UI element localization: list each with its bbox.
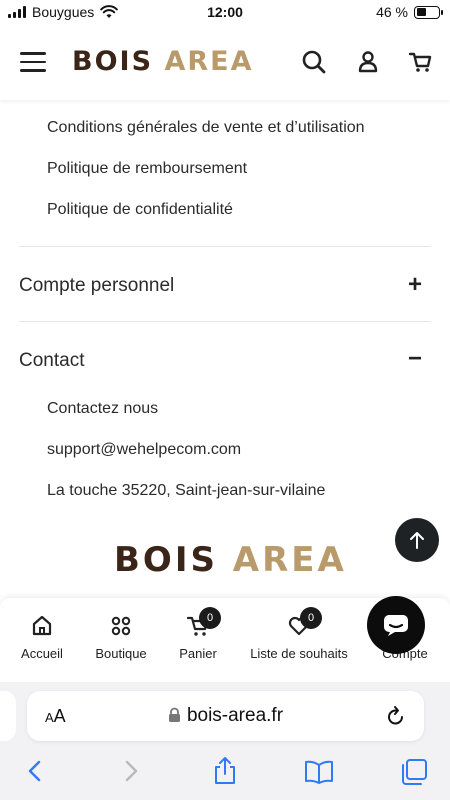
cart-count-badge: 0 xyxy=(199,607,221,629)
address-bar[interactable]: AA bois-area.fr xyxy=(27,691,424,741)
browser-toolbar: AA bois-area.fr xyxy=(0,682,450,800)
section-contact-title[interactable]: Contact xyxy=(19,350,84,372)
user-icon[interactable] xyxy=(354,48,382,76)
forward-icon[interactable] xyxy=(120,759,142,783)
contact-email[interactable]: support@wehelpecom.com xyxy=(47,441,241,459)
share-icon[interactable] xyxy=(212,756,238,786)
legal-link-privacy[interactable]: Politique de confidentialité xyxy=(47,201,233,219)
expand-icon[interactable]: + xyxy=(408,271,422,299)
back-icon[interactable] xyxy=(24,759,46,783)
nav-home[interactable]: Accueil xyxy=(19,614,65,661)
nav-cart[interactable]: 0 Panier xyxy=(177,607,221,661)
wishlist-count-badge: 0 xyxy=(300,607,322,629)
legal-link-cgv[interactable]: Conditions générales de vente et d’utili… xyxy=(47,119,365,137)
footer-logo: BOIS AREA xyxy=(114,540,347,580)
cart-icon[interactable] xyxy=(406,48,434,76)
divider xyxy=(19,321,431,322)
nav-wishlist[interactable]: 0 Liste de souhaits xyxy=(246,607,352,661)
battery-percent: 46 % xyxy=(376,4,408,20)
collapse-icon[interactable]: − xyxy=(408,345,422,373)
home-icon xyxy=(32,615,52,636)
section-account-title[interactable]: Compte personnel xyxy=(19,275,174,297)
contact-address: La touche 35220, Saint-jean-sur-vilaine xyxy=(47,482,326,499)
bookmarks-icon[interactable] xyxy=(303,759,335,785)
arrow-up-icon xyxy=(410,532,424,549)
previous-tab[interactable] xyxy=(0,691,16,741)
contact-link[interactable]: Contactez nous xyxy=(47,400,158,418)
nav-shop[interactable]: Boutique xyxy=(92,614,150,661)
menu-icon[interactable] xyxy=(20,52,46,72)
status-bar: Bouygues 12:00 46 % xyxy=(0,0,450,26)
grid-icon xyxy=(111,616,131,636)
search-icon[interactable] xyxy=(300,48,328,76)
url-display[interactable]: bois-area.fr xyxy=(27,705,424,727)
divider xyxy=(19,246,431,247)
chat-button[interactable] xyxy=(367,596,425,654)
lock-icon xyxy=(168,707,180,722)
tabs-icon[interactable] xyxy=(399,757,429,787)
scroll-to-top-button[interactable] xyxy=(395,518,439,562)
site-header: BOIS AREA xyxy=(0,26,450,100)
reload-icon[interactable] xyxy=(386,705,406,727)
chat-icon xyxy=(384,615,408,636)
battery-icon xyxy=(414,5,443,19)
legal-link-refund[interactable]: Politique de remboursement xyxy=(47,160,247,178)
site-logo[interactable]: BOIS AREA xyxy=(72,46,253,77)
